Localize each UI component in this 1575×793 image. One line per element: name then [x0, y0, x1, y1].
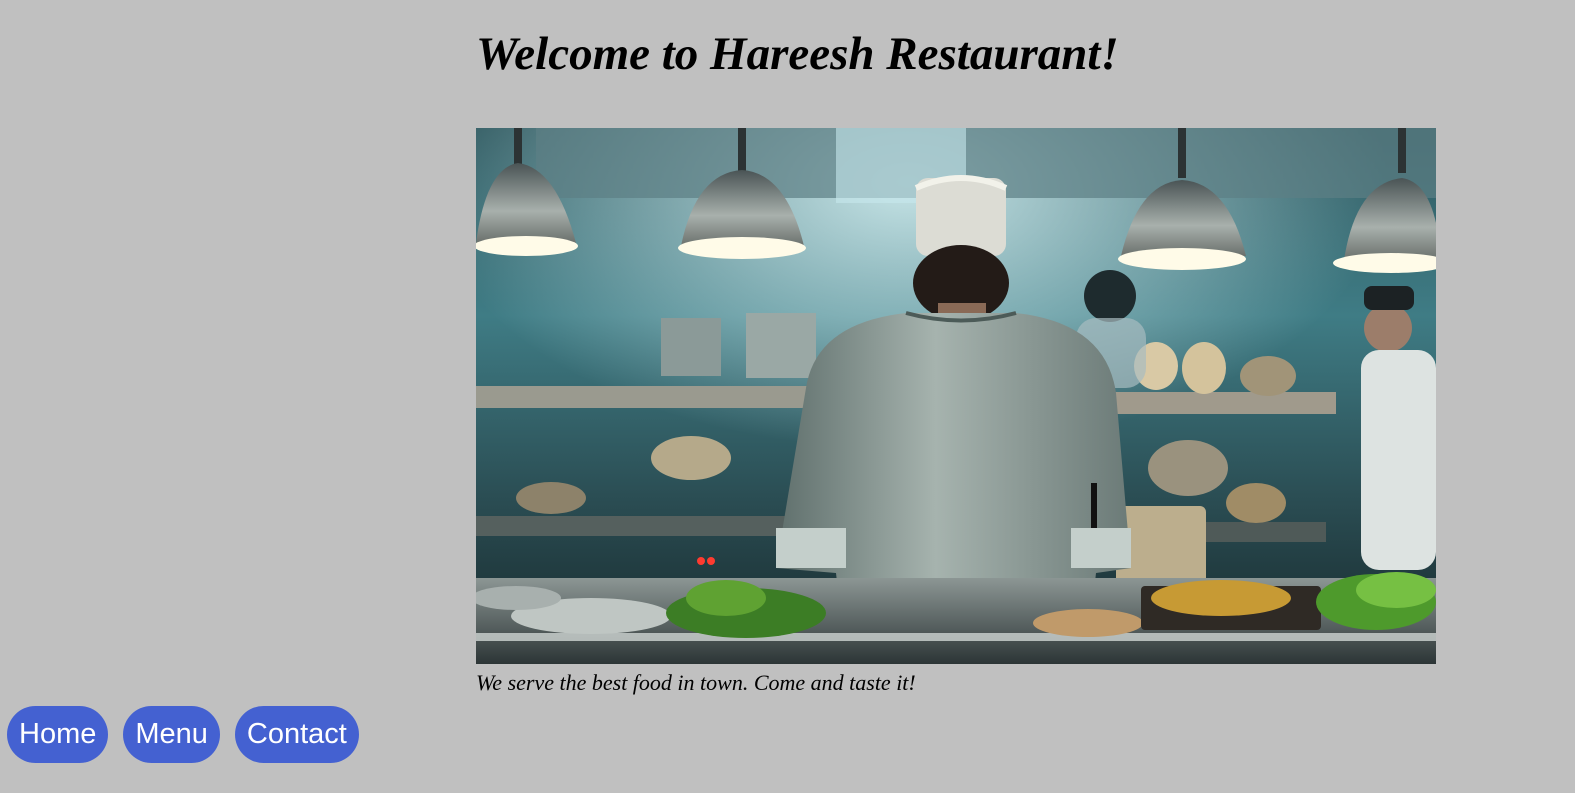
contact-button[interactable]: Contact	[234, 706, 359, 763]
bottom-nav: Home Menu Contact	[7, 706, 359, 763]
kitchen-photo	[476, 128, 1436, 664]
home-button[interactable]: Home	[7, 706, 109, 763]
page-title: Welcome to Hareesh Restaurant!	[476, 28, 1119, 80]
menu-button[interactable]: Menu	[123, 706, 220, 763]
hero-image	[476, 128, 1436, 664]
hero-caption: We serve the best food in town. Come and…	[476, 670, 916, 695]
